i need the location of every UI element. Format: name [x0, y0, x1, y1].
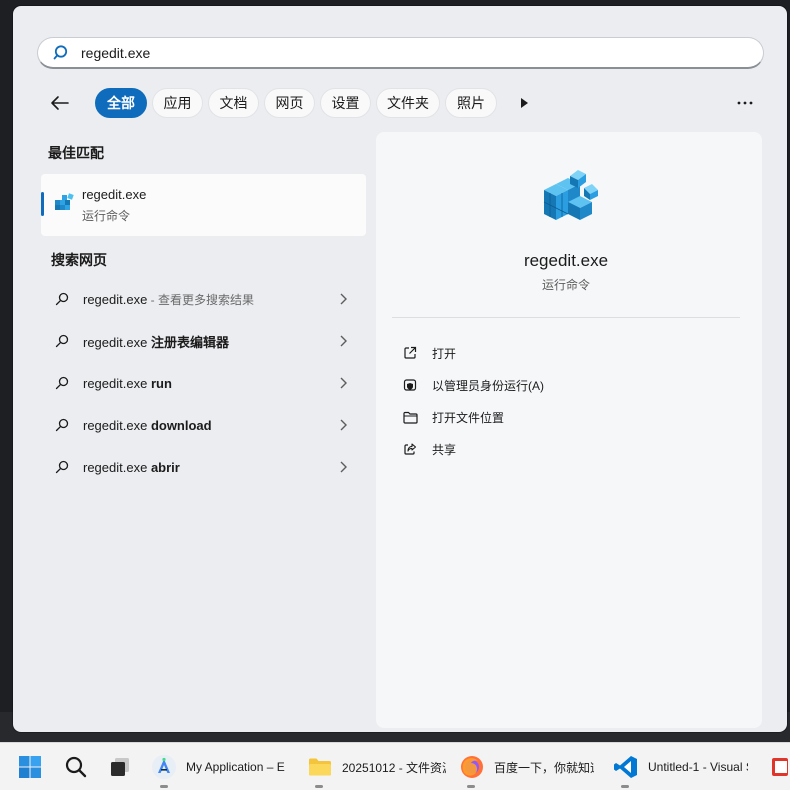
taskbar-search-button[interactable] — [62, 749, 90, 785]
open-external-icon — [402, 345, 418, 361]
search-panel: 全部 应用 文档 网页 设置 文件夹 照片 最佳匹配 regedit.exe 运… — [13, 6, 787, 732]
search-icon — [55, 418, 71, 432]
share-icon — [402, 441, 418, 457]
selection-indicator — [41, 192, 44, 216]
task-view-icon — [106, 753, 134, 781]
chevron-right-icon — [338, 418, 348, 432]
taskbar-app-vscode[interactable]: Untitled-1 - Visual S — [612, 749, 752, 785]
best-match-type: 运行命令 — [82, 209, 131, 223]
action-open-file-location[interactable]: 打开文件位置 — [402, 406, 504, 428]
filter-apps[interactable]: 应用 — [152, 88, 203, 118]
best-match-name: regedit.exe — [82, 187, 147, 202]
registry-editor-icon — [540, 168, 598, 226]
filter-web[interactable]: 网页 — [264, 88, 315, 118]
web-suggestion-query: regedit.exe — [83, 459, 151, 475]
running-indicator — [315, 785, 323, 788]
search-icon — [55, 460, 71, 474]
vscode-icon — [612, 753, 640, 781]
running-indicator — [467, 785, 475, 788]
filter-bar: 全部 应用 文档 网页 设置 文件夹 照片 — [41, 87, 771, 119]
web-suggestion-completion: download — [150, 417, 212, 433]
chevron-right-icon — [338, 376, 348, 390]
web-suggestion-hint: - 查看更多搜索结果 — [147, 292, 254, 307]
more-options-icon[interactable] — [733, 91, 757, 115]
action-open[interactable]: 打开 — [402, 342, 456, 364]
web-suggestion-item[interactable]: regedit.exe 注册表编辑器 — [41, 321, 366, 361]
search-icon — [55, 334, 71, 348]
firefox-icon — [458, 753, 486, 781]
app-icon — [766, 753, 790, 781]
filter-settings[interactable]: 设置 — [320, 88, 371, 118]
web-suggestion-item[interactable]: regedit.exe download — [41, 405, 366, 445]
filter-folders[interactable]: 文件夹 — [376, 88, 440, 118]
task-view-button[interactable] — [106, 749, 134, 785]
result-preview-pane: regedit.exe 运行命令 打开 以管理员身份运行(A) 打开文件位置 共… — [376, 132, 762, 728]
action-open-file-location-label: 打开文件位置 — [432, 410, 505, 425]
filter-documents[interactable]: 文档 — [208, 88, 259, 118]
best-match-heading: 最佳匹配 — [48, 145, 104, 161]
action-run-as-admin[interactable]: 以管理员身份运行(A) — [402, 374, 544, 396]
play-arrow-icon[interactable] — [516, 95, 532, 111]
action-run-as-admin-label: 以管理员身份运行(A) — [432, 378, 544, 393]
taskbar-app-partial[interactable] — [766, 749, 790, 785]
web-search-heading: 搜索网页 — [51, 252, 107, 268]
preview-subtitle: 运行命令 — [541, 278, 590, 292]
chevron-right-icon — [338, 460, 348, 474]
running-indicator — [621, 785, 629, 788]
web-suggestion-query: regedit.exe — [83, 334, 151, 350]
search-box[interactable] — [37, 37, 764, 69]
start-button[interactable] — [16, 749, 44, 785]
web-suggestion-item[interactable]: regedit.exe run — [41, 363, 366, 403]
web-suggestion-query: regedit.exe — [83, 291, 148, 307]
search-icon — [53, 44, 75, 62]
taskbar-app-label: Untitled-1 - Visual S — [648, 760, 748, 774]
web-suggestion-item[interactable]: regedit.exe abrir — [41, 447, 366, 487]
taskbar-app-label: 20251012 - 文件资源 — [342, 760, 446, 775]
preview-divider — [392, 317, 740, 318]
taskbar-app-label: My Application – E — [186, 760, 285, 774]
taskbar-app-android-studio[interactable]: My Application – E — [150, 749, 290, 785]
running-indicator — [160, 785, 168, 788]
file-explorer-icon — [306, 753, 334, 781]
search-input[interactable] — [81, 44, 681, 61]
taskbar-app-file-explorer[interactable]: 20251012 - 文件资源 — [306, 749, 446, 785]
chevron-right-icon — [338, 292, 348, 306]
taskbar-app-label: 百度一下，你就知道 — [494, 760, 594, 775]
web-suggestion-item[interactable]: regedit.exe - 查看更多搜索结果 — [41, 279, 366, 319]
taskbar: My Application – E 20251012 - 文件资源 百度一下，… — [0, 742, 790, 790]
filter-all[interactable]: 全部 — [95, 88, 147, 118]
search-icon — [55, 376, 71, 390]
taskbar-app-firefox[interactable]: 百度一下，你就知道 — [458, 749, 598, 785]
best-match-result[interactable]: regedit.exe 运行命令 — [41, 174, 366, 236]
android-studio-icon — [150, 753, 178, 781]
action-share-label: 共享 — [432, 442, 457, 457]
registry-editor-icon — [53, 192, 75, 214]
search-icon — [55, 292, 71, 306]
web-suggestion-completion: abrir — [150, 459, 180, 475]
admin-shield-icon — [402, 377, 418, 393]
windows-start-icon — [16, 753, 44, 781]
web-suggestion-query: regedit.exe — [83, 375, 151, 391]
folder-icon — [402, 409, 418, 425]
web-suggestion-completion: run — [150, 375, 172, 391]
search-icon — [62, 753, 90, 781]
filter-photos[interactable]: 照片 — [445, 88, 497, 118]
web-suggestion-query: regedit.exe — [83, 417, 151, 433]
action-share[interactable]: 共享 — [402, 438, 456, 460]
preview-title: regedit.exe — [523, 251, 609, 270]
action-open-label: 打开 — [432, 346, 457, 361]
web-suggestion-completion: 注册表编辑器 — [150, 334, 229, 350]
chevron-right-icon — [338, 334, 348, 348]
back-arrow-icon[interactable] — [47, 91, 73, 115]
